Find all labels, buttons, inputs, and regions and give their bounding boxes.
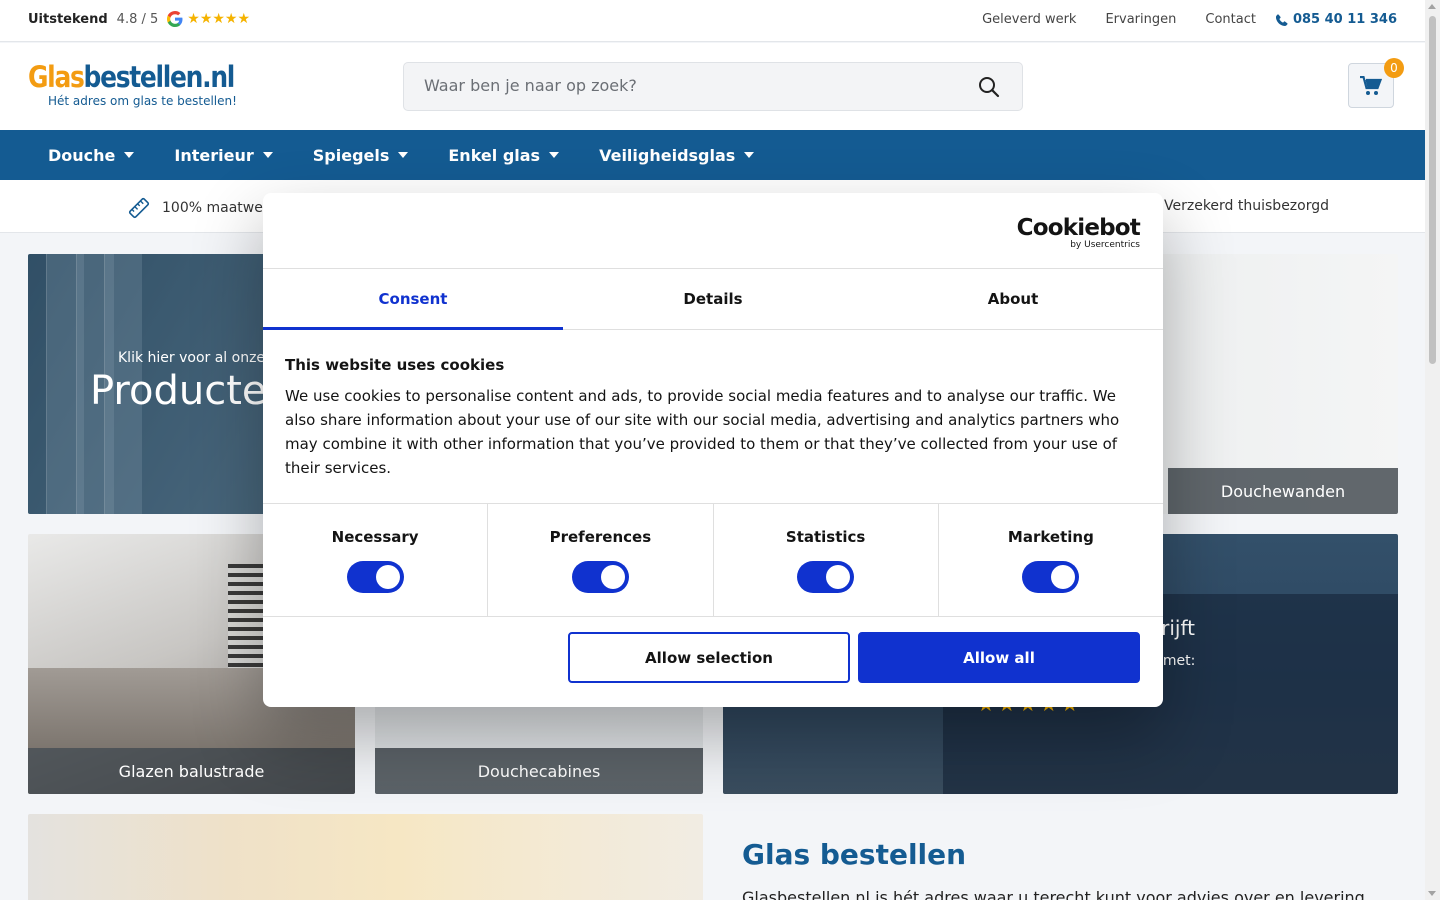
cookie-dialog-body: This website uses cookies We use cookies… — [263, 330, 1163, 504]
toggle-knob — [1051, 565, 1076, 589]
toggle-group-necessary: Necessary — [263, 504, 489, 616]
products-intro-text: Klik hier voor al onze — [118, 350, 266, 366]
content-title: Glas bestellen — [742, 838, 967, 871]
page-scrollbar[interactable] — [1425, 0, 1440, 900]
usp-thuisbezorgd-text: Verzekerd thuisbezorgd — [1164, 198, 1330, 214]
caret-down-icon — [744, 152, 755, 158]
nav-label: Enkel glas — [448, 145, 541, 165]
allow-selection-button[interactable]: Allow selection — [568, 632, 850, 683]
phone-number: 085 40 11 346 — [1292, 12, 1397, 27]
products-heading: Producten — [90, 368, 292, 414]
search-icon[interactable] — [978, 76, 1000, 98]
nav-label: Douche — [48, 145, 116, 165]
toggle-group-marketing: Marketing — [939, 504, 1163, 616]
caret-down-icon — [398, 152, 409, 158]
nav-label: Interieur — [174, 145, 254, 165]
tab-about[interactable]: About — [863, 269, 1163, 329]
toggle-group-statistics: Statistics — [714, 504, 939, 616]
toggle-knob — [600, 565, 625, 589]
logo-part-bestellen: bestellen.nl — [83, 60, 236, 94]
cookiebot-logo: Cookiebot by Usercentrics — [1016, 215, 1141, 250]
logo-wordmark: Glasbestellen.nl — [28, 60, 236, 94]
cart-icon — [1360, 75, 1382, 95]
tile-bottom-image[interactable] — [28, 814, 703, 900]
site-logo[interactable]: Glasbestellen.nl Hét adres om glas te be… — [28, 61, 268, 108]
tile-caption: Douchecabines — [375, 748, 703, 794]
cookie-tabs: Consent Details About — [263, 269, 1163, 330]
toggle-label: Marketing — [1007, 528, 1094, 546]
toggle-label: Preferences — [549, 528, 652, 546]
rating-stars: ★★★★★ — [187, 11, 251, 27]
ruler-icon — [128, 197, 150, 219]
cookie-dialog-text: We use cookies to personalise content an… — [285, 387, 1120, 477]
rating-score: 4.8 / 5 — [116, 11, 159, 27]
nav-item-spiegels[interactable]: Spiegels — [313, 146, 409, 165]
cookiebot-brand-sub: by Usercentrics — [1070, 240, 1140, 250]
main-nav: Douche Interieur Spiegels Enkel glas Vei… — [0, 130, 1425, 180]
nav-item-enkel-glas[interactable]: Enkel glas — [448, 145, 560, 165]
cookie-dialog-title: This website uses cookies — [285, 356, 505, 374]
scroll-down-arrow-icon[interactable] — [1428, 891, 1436, 896]
search-box — [403, 62, 1023, 111]
top-links: Geleverd werk Ervaringen Contact 085 40 … — [953, 12, 1397, 27]
tab-consent[interactable]: Consent — [263, 269, 563, 330]
toggle-knob — [375, 565, 400, 589]
cookie-actions: Allow selection Allow all — [263, 617, 1163, 707]
logo-tagline: Hét adres om glas te bestellen! — [48, 94, 237, 108]
content-text: Glasbestellen.nl is hét adres waar u ter… — [742, 888, 1365, 900]
tab-details[interactable]: Details — [563, 269, 863, 329]
toggle-label: Statistics — [785, 528, 866, 546]
nav-label: Spiegels — [312, 145, 390, 165]
cookie-dialog-header: Cookiebot by Usercentrics — [263, 193, 1163, 269]
caret-down-icon — [124, 152, 135, 158]
nav-label: Veiligheidsglas — [599, 145, 736, 165]
phone-link[interactable]: 085 40 11 346 — [1275, 12, 1397, 27]
search-input[interactable] — [424, 76, 944, 95]
usp-maatwerk-text: 100% maatwerk — [162, 200, 277, 216]
logo-part-glas: Glas — [28, 60, 85, 94]
rating-label: Uitstekend — [28, 11, 108, 27]
link-ervaringen[interactable]: Ervaringen — [1105, 12, 1176, 27]
caret-down-icon — [549, 152, 560, 158]
caret-down-icon — [262, 152, 273, 158]
cookie-toggles: Necessary Preferences Statistics Marketi… — [263, 504, 1163, 617]
link-contact[interactable]: Contact — [1205, 12, 1256, 27]
cart-count-badge: 0 — [1384, 58, 1404, 78]
site-header: Glasbestellen.nl Hét adres om glas te be… — [0, 43, 1425, 130]
phone-icon — [1275, 13, 1288, 26]
cookiebot-brand: Cookiebot — [1016, 215, 1141, 241]
scroll-up-arrow-icon[interactable] — [1428, 4, 1436, 9]
cookie-consent-dialog: Cookiebot by Usercentrics Consent Detail… — [263, 193, 1163, 707]
rating-summary: Uitstekend 4.8 / 5 ★★★★★ — [28, 11, 250, 27]
scroll-thumb[interactable] — [1429, 16, 1436, 364]
tile-caption: Glazen balustrade — [28, 748, 355, 794]
top-bar: Uitstekend 4.8 / 5 ★★★★★ Geleverd werk E… — [0, 0, 1425, 42]
toggle-preferences[interactable] — [571, 561, 629, 593]
nav-item-veiligheidsglas[interactable]: Veiligheidsglas — [599, 145, 755, 165]
allow-all-button[interactable]: Allow all — [858, 632, 1140, 683]
toggle-statistics[interactable] — [797, 561, 855, 593]
toggle-necessary[interactable] — [346, 561, 404, 593]
link-geleverd-werk[interactable]: Geleverd werk — [982, 12, 1076, 27]
nav-item-interieur[interactable]: Interieur — [174, 145, 273, 165]
toggle-marketing[interactable] — [1022, 561, 1080, 593]
toggle-label: Necessary — [331, 528, 419, 546]
usp-maatwerk: 100% maatwerk — [128, 197, 277, 219]
toggle-knob — [826, 565, 851, 589]
google-icon — [167, 11, 183, 27]
tile-caption: Douchewanden — [1168, 468, 1398, 514]
toggle-group-preferences: Preferences — [488, 504, 714, 616]
nav-item-douche[interactable]: Douche — [48, 145, 135, 165]
